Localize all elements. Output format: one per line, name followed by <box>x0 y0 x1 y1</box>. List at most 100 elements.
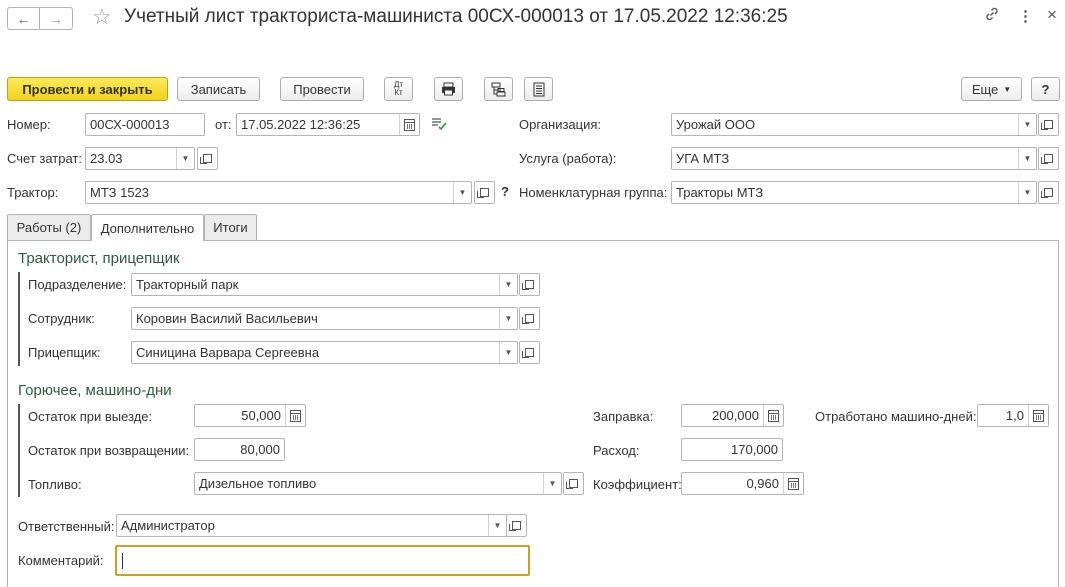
dt-kt-button[interactable]: Дт Кт <box>384 77 413 101</box>
start-balance-label: Остаток при выезде: <box>28 409 153 424</box>
organization-value: Урожай ООО <box>676 117 756 132</box>
calculator-button[interactable] <box>285 405 305 426</box>
tab-works[interactable]: Работы (2) <box>7 214 91 240</box>
comment-label: Комментарий: <box>18 553 104 568</box>
dropdown-arrow-icon[interactable]: ▼ <box>1018 182 1036 203</box>
list-button[interactable] <box>524 77 553 101</box>
printer-icon <box>442 82 455 96</box>
arrow-right-icon: → <box>49 10 63 27</box>
cost-account-value: 23.03 <box>90 151 123 166</box>
responsible-value: Администратор <box>121 518 215 533</box>
dropdown-arrow-icon[interactable]: ▼ <box>499 308 517 329</box>
back-button[interactable]: ← <box>7 7 40 30</box>
fuel-field[interactable]: Дизельное топливо ▼ <box>194 472 562 495</box>
star-icon[interactable]: ☆ <box>92 4 112 30</box>
service-field[interactable]: УГА МТЗ ▼ <box>671 147 1037 170</box>
post-and-close-button[interactable]: Провести и закрыть <box>7 77 168 101</box>
responsible-label: Ответственный: <box>18 519 115 534</box>
department-label: Подразделение: <box>28 277 127 292</box>
edit-number-icon[interactable] <box>431 117 447 134</box>
employee-open-button[interactable] <box>519 307 540 330</box>
save-button[interactable]: Записать <box>177 77 260 101</box>
trailer-open-button[interactable] <box>519 341 540 364</box>
dropdown-arrow-icon[interactable]: ▼ <box>176 148 194 169</box>
organization-label: Организация: <box>519 117 602 132</box>
date-field[interactable]: 17.05.2022 12:36:25 <box>236 113 420 136</box>
dropdown-arrow-icon[interactable]: ▼ <box>499 342 517 363</box>
more-button[interactable]: Еще ▼ <box>961 77 1022 101</box>
calculator-button[interactable] <box>763 405 783 426</box>
return-balance-field[interactable]: 80,000 <box>194 438 285 461</box>
document-list-icon <box>533 82 544 96</box>
more-button-label: Еще <box>971 81 999 97</box>
machine-days-label: Отработано машино-дней: <box>815 409 977 424</box>
print-button[interactable] <box>434 77 463 101</box>
window-title: Учетный лист тракториста-машиниста 00СХ-… <box>124 6 788 27</box>
department-open-button[interactable] <box>519 273 540 296</box>
comment-field[interactable] <box>115 545 530 576</box>
dropdown-arrow-icon[interactable]: ▼ <box>543 473 561 494</box>
department-field[interactable]: Тракторный парк ▼ <box>131 273 518 296</box>
open-icon <box>522 280 534 290</box>
text-cursor <box>122 553 123 569</box>
forward-button[interactable]: → <box>40 7 73 30</box>
refuel-field[interactable]: 200,000 <box>681 404 784 427</box>
dropdown-arrow-icon[interactable]: ▼ <box>453 182 471 203</box>
nomenclature-field[interactable]: Тракторы МТЗ ▼ <box>671 181 1037 204</box>
machine-days-field[interactable]: 1,0 <box>977 404 1049 427</box>
number-field[interactable]: 00СХ-000013 <box>85 113 205 136</box>
coefficient-field[interactable]: 0,960 <box>681 472 804 495</box>
trailer-label: Прицепщик: <box>28 345 101 360</box>
responsible-field[interactable]: Администратор ▼ <box>116 514 507 537</box>
trailer-value: Синицина Варвара Сергеевна <box>136 345 320 360</box>
organization-field[interactable]: Урожай ООО ▼ <box>671 113 1037 136</box>
start-balance-field[interactable]: 50,000 <box>194 404 306 427</box>
cost-account-open-button[interactable] <box>197 147 218 170</box>
calculator-button[interactable] <box>1028 405 1048 426</box>
open-icon <box>1041 188 1053 198</box>
return-balance-value: 80,000 <box>240 442 280 457</box>
fuel-value: Дизельное топливо <box>199 476 317 491</box>
more-actions-icon[interactable]: ⋮ <box>1018 7 1033 25</box>
arrow-left-icon: ← <box>16 10 31 27</box>
calendar-button[interactable] <box>399 114 419 135</box>
cost-account-label: Счет затрат: <box>7 151 82 166</box>
refuel-value: 200,000 <box>712 408 759 423</box>
nomenclature-open-button[interactable] <box>1038 181 1059 204</box>
calculator-button[interactable] <box>783 473 803 494</box>
from-label: от: <box>215 117 232 132</box>
cost-account-field[interactable]: 23.03 ▼ <box>85 147 195 170</box>
service-open-button[interactable] <box>1038 147 1059 170</box>
employee-label: Сотрудник: <box>28 311 95 326</box>
comment-value <box>117 547 528 574</box>
tractor-help-link[interactable]: ? <box>501 184 509 199</box>
tab-additional[interactable]: Дополнительно <box>91 214 204 241</box>
open-icon <box>200 154 212 164</box>
organization-open-button[interactable] <box>1038 113 1059 136</box>
number-label: Номер: <box>7 117 51 132</box>
open-icon <box>509 521 521 531</box>
tab-totals[interactable]: Итоги <box>204 214 257 240</box>
calendar-icon <box>404 118 415 131</box>
fuel-open-button[interactable] <box>563 472 584 495</box>
link-icon[interactable] <box>984 6 1000 26</box>
dropdown-arrow-icon[interactable]: ▼ <box>499 274 517 295</box>
tractor-open-button[interactable] <box>474 181 495 204</box>
post-button[interactable]: Провести <box>280 77 364 101</box>
section-bar <box>18 272 20 366</box>
close-icon[interactable]: × <box>1047 5 1057 25</box>
nomenclature-label: Номенклатурная группа: <box>519 185 668 200</box>
tractor-field[interactable]: МТЗ 1523 ▼ <box>85 181 472 204</box>
consumption-field[interactable]: 170,000 <box>681 438 783 461</box>
responsible-open-button[interactable] <box>506 514 527 537</box>
tractor-value: МТЗ 1523 <box>90 185 150 200</box>
help-button[interactable]: ? <box>1031 77 1060 101</box>
employee-field[interactable]: Коровин Василий Васильевич ▼ <box>131 307 518 330</box>
dropdown-arrow-icon[interactable]: ▼ <box>1018 148 1036 169</box>
structure-button[interactable] <box>484 77 513 101</box>
dropdown-arrow-icon[interactable]: ▼ <box>1018 114 1036 135</box>
tractor-label: Трактор: <box>7 185 59 200</box>
dropdown-arrow-icon[interactable]: ▼ <box>488 515 506 536</box>
start-balance-value: 50,000 <box>241 408 281 423</box>
trailer-field[interactable]: Синицина Варвара Сергеевна ▼ <box>131 341 518 364</box>
